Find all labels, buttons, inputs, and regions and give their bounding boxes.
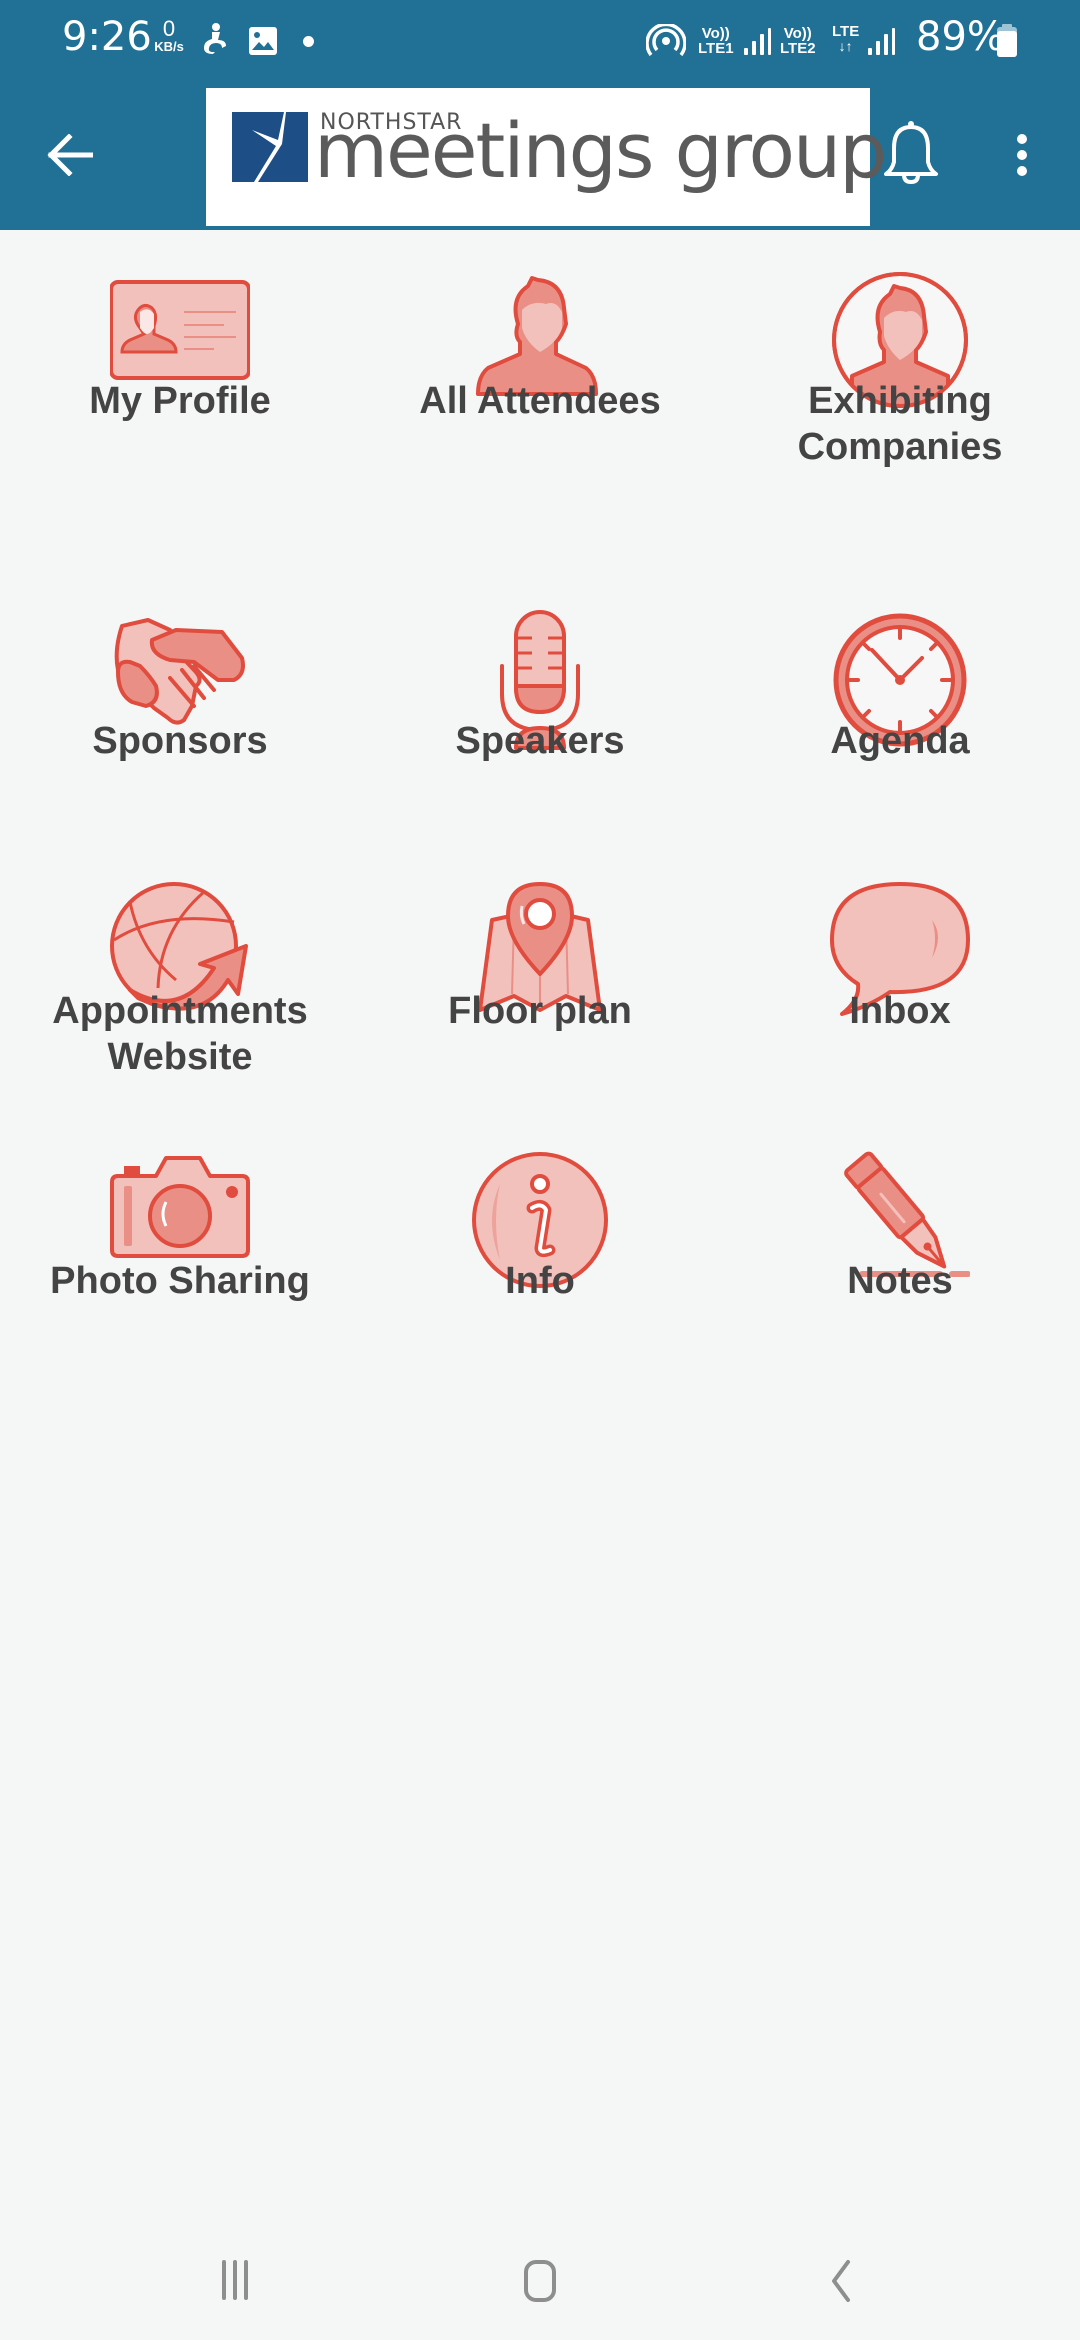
sim1-label-bottom: LTE1 [698, 40, 734, 57]
home-button[interactable] [500, 2250, 580, 2310]
status-bar: 9:26 0 KB/s Vo)) LTE1 Vo)) LTE2 LTE ↓↑ 8… [0, 0, 1080, 80]
overflow-menu-button[interactable] [1004, 125, 1040, 185]
tile-label: Appointments [52, 990, 308, 1032]
tile-label: Photo Sharing [50, 1260, 310, 1302]
tile-label-line2: Companies [797, 426, 1003, 468]
battery-percent: 89% [916, 14, 1005, 60]
tile-label: My Profile [89, 380, 271, 422]
tile-label: All Attendees [419, 380, 661, 422]
tile-label: Floor plan [448, 990, 632, 1032]
tile-info[interactable]: Info [360, 1150, 720, 1320]
recents-icon [222, 2260, 248, 2300]
home-icon [524, 2260, 556, 2302]
network-speed: 0 KB/s [146, 16, 192, 54]
data-activity-arrows: ↓↑ [838, 38, 853, 54]
recents-button[interactable] [196, 2250, 276, 2310]
northstar-logo-mark [232, 112, 308, 182]
battery-icon [997, 24, 1017, 57]
app-bar: NORTHSTAR meetings group [0, 80, 1080, 230]
signal-sim1-icon [744, 28, 771, 55]
status-time: 9:26 [62, 14, 152, 60]
network-speed-value: 0 [162, 16, 176, 41]
notifications-button[interactable] [876, 118, 946, 190]
tile-label-line2: Website [107, 1036, 253, 1078]
tile-label: Agenda [830, 720, 970, 762]
arrow-left-icon [47, 134, 93, 176]
tile-sponsors[interactable]: Sponsors [0, 610, 360, 780]
tile-floor-plan[interactable]: Floor plan [360, 880, 720, 1050]
back-chevron-icon [832, 2260, 850, 2302]
back-button[interactable] [40, 125, 100, 185]
tile-label: Info [505, 1260, 575, 1302]
logo-meetings-group-text: meetings group [314, 106, 887, 195]
tile-inbox[interactable]: Inbox [720, 880, 1080, 1050]
system-back-button[interactable] [800, 2250, 880, 2310]
tile-label: Inbox [849, 990, 951, 1032]
more-vertical-icon [1017, 134, 1027, 176]
sim2-volte-label: Vo)) LTE2 [780, 26, 816, 56]
tile-label: Speakers [455, 720, 625, 762]
tile-speakers[interactable]: Speakers [360, 610, 720, 780]
system-navigation-bar [0, 2220, 1080, 2340]
tile-all-attendees[interactable]: All Attendees [360, 270, 720, 440]
hotspot-icon [646, 24, 686, 57]
bell-icon [884, 121, 938, 185]
tile-label: Notes [847, 1260, 953, 1302]
tile-exhibiting-companies[interactable]: Exhibiting Companies [720, 270, 1080, 470]
tile-notes[interactable]: Notes [720, 1150, 1080, 1320]
data-type-label: LTE ↓↑ [832, 24, 859, 54]
notification-dot [303, 36, 314, 47]
signal-sim2-icon [868, 28, 895, 55]
gallery-icon [249, 27, 277, 55]
event-logo: NORTHSTAR meetings group [206, 88, 887, 226]
network-speed-unit: KB/s [154, 39, 184, 54]
accessibility-icon [204, 23, 226, 54]
tile-label: Sponsors [92, 720, 268, 762]
tile-my-profile[interactable]: My Profile [0, 270, 360, 440]
tile-agenda[interactable]: Agenda [720, 610, 1080, 780]
tile-label: Exhibiting [808, 380, 992, 422]
tile-photo-sharing[interactable]: Photo Sharing [0, 1150, 360, 1320]
sim2-label-bottom: LTE2 [780, 40, 816, 57]
sim1-volte-label: Vo)) LTE1 [698, 26, 734, 56]
tile-appointments-website[interactable]: Appointments Website [0, 880, 360, 1080]
